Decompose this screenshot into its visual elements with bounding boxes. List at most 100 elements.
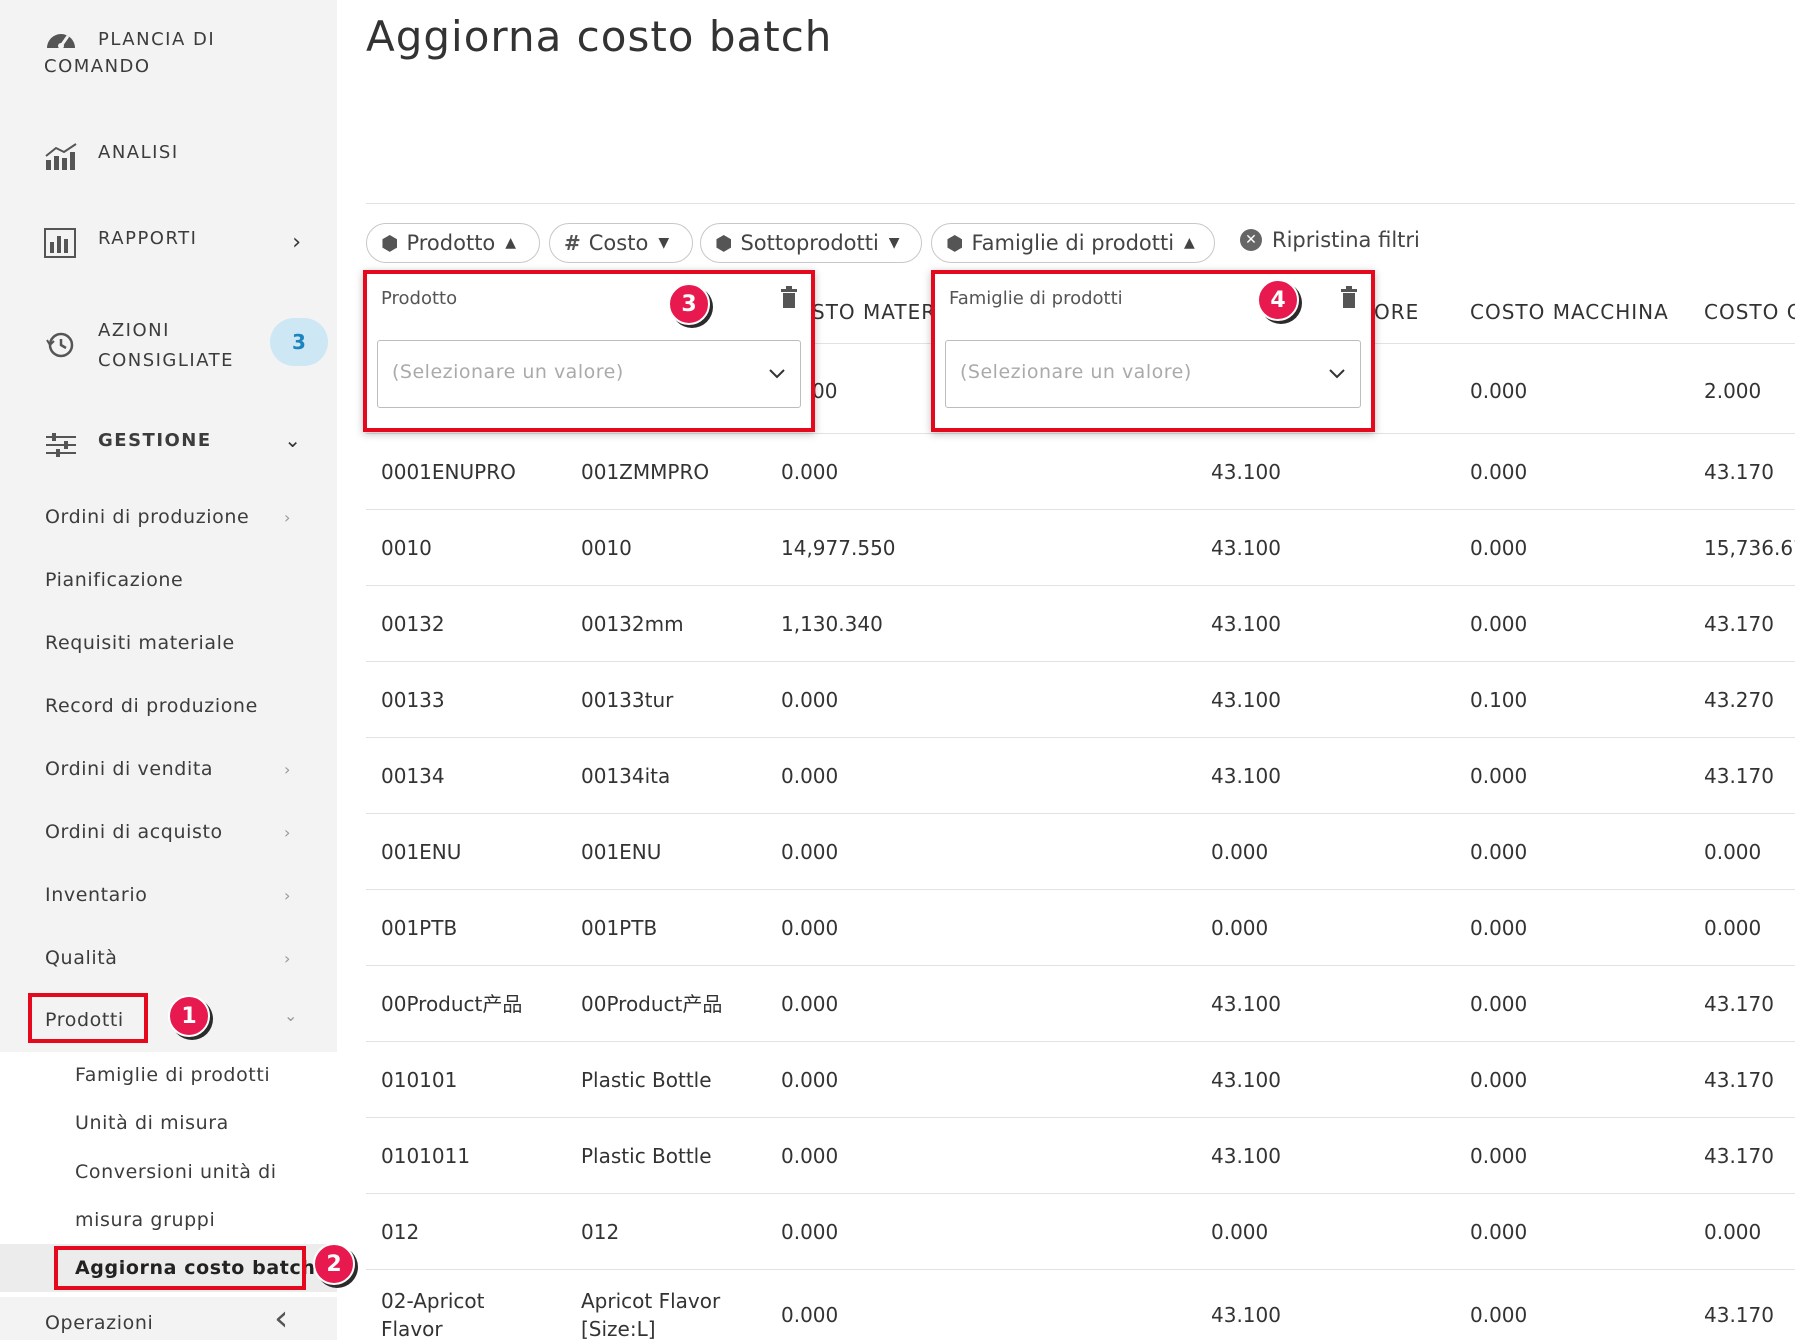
table-cell: 0.000 <box>1470 1303 1528 1327</box>
table-cell: 0.000 <box>781 840 839 864</box>
table-row[interactable]: 012 012 0.000 0.000 0.000 0.000 <box>366 1194 1795 1270</box>
filter-chip-product[interactable]: ⬢ Prodotto ▲ <box>366 223 540 263</box>
table-cell: 43.170 <box>1704 1144 1774 1168</box>
table-cell: 1,130.340 <box>781 612 883 636</box>
table-cell: 43.100 <box>1211 1303 1281 1327</box>
sidebar-item-sales-orders[interactable]: Ordini di vendita <box>45 758 213 780</box>
nav-recommended-actions[interactable]: AZIONI CONSIGLIATE <box>44 316 234 376</box>
table-cell: 001PTB <box>581 916 658 940</box>
reports-icon <box>44 228 76 258</box>
nav-analytics[interactable]: ANALISI <box>44 142 179 172</box>
table-row[interactable]: 00132 00132mm 1,130.340 43.100 0.000 43.170 <box>366 586 1795 662</box>
table-row[interactable]: 00134 00134ita 0.000 43.100 0.000 43.170 <box>366 738 1795 814</box>
table-cell: 0.000 <box>1470 1220 1528 1244</box>
chevron-right-icon: › <box>284 886 291 905</box>
nav-reports[interactable]: RAPPORTI <box>44 228 197 258</box>
cubes-icon: ⬢ <box>946 231 964 255</box>
table-cell: 0.000 <box>781 1068 839 1092</box>
table-cell: 43.270 <box>1704 688 1774 712</box>
highlight-box-batch-cost <box>54 1246 306 1290</box>
column-header-labor-cost: ORE <box>1374 300 1420 324</box>
sidebar-item-uom-conversions-2[interactable]: misura gruppi <box>75 1209 215 1231</box>
nav-dashboard[interactable]: PLANCIA DI <box>44 24 215 56</box>
filter-chip-cost[interactable]: # Costo ▼ <box>549 223 693 263</box>
sidebar-item-operations[interactable]: Operazioni <box>45 1312 153 1334</box>
table-row[interactable]: 0010 0010 14,977.550 43.100 0.000 15,736.670 <box>366 510 1795 586</box>
table-cell: 43.170 <box>1704 764 1774 788</box>
collapse-sidebar-icon[interactable]: ‹ <box>274 1298 288 1339</box>
sidebar-item-inventory[interactable]: Inventario <box>45 884 147 906</box>
filter-popup-label: Prodotto <box>381 288 458 309</box>
trash-icon[interactable] <box>781 286 797 308</box>
filter-chip-label: Prodotto <box>406 231 496 255</box>
sidebar-item-quality[interactable]: Qualità <box>45 947 118 969</box>
filter-popup-label: Famiglie di prodotti <box>949 288 1123 309</box>
product-family-select[interactable]: (Selezionare un valore) <box>945 340 1361 408</box>
column-header-total-cost: COSTO CO <box>1704 300 1795 324</box>
table-cell: 0.000 <box>1470 764 1528 788</box>
reset-filters-button[interactable]: ✕ Ripristina filtri <box>1240 228 1420 252</box>
sidebar-item-material-requirements[interactable]: Requisiti materiale <box>45 632 235 654</box>
close-circle-icon: ✕ <box>1240 229 1262 251</box>
sidebar-item-planning[interactable]: Pianificazione <box>45 569 183 591</box>
table-cell: 0101011 <box>381 1144 471 1168</box>
product-select[interactable]: (Selezionare un valore) <box>377 340 801 408</box>
table-cell: 02-Apricot <box>381 1289 485 1313</box>
chevron-down-icon: ⌄ <box>284 1006 298 1025</box>
table-row[interactable]: 001ENU 001ENU 0.000 0.000 0.000 0.000 <box>366 814 1795 890</box>
table-cell: 2.000 <box>1704 379 1762 403</box>
sidebar-item-product-families[interactable]: Famiglie di prodotti <box>75 1064 270 1086</box>
table-cell: 0.000 <box>1211 840 1269 864</box>
chevron-right-icon: › <box>284 949 291 968</box>
sidebar-item-units-of-measure[interactable]: Unità di misura <box>75 1112 229 1134</box>
table-row[interactable]: 02-Apricot Flavor Apricot Flavor [Size:L… <box>366 1282 1795 1340</box>
chevron-up-icon: ▲ <box>505 235 517 251</box>
chevron-right-icon: › <box>284 823 291 842</box>
sidebar-item-uom-conversions-1[interactable]: Conversioni unità di <box>75 1161 277 1183</box>
table-row[interactable]: 00Product产品 00Product产品 0.000 43.100 0.000 43… <box>366 966 1795 1042</box>
filter-chip-byproducts[interactable]: ⬢ Sottoprodotti ▼ <box>700 223 922 263</box>
table-row[interactable]: 010101 Plastic Bottle 0.000 43.100 0.000 43.1… <box>366 1042 1795 1118</box>
sidebar-item-purchase-orders[interactable]: Ordini di acquisto <box>45 821 223 843</box>
filter-popup-product: Prodotto (Selezionare un valore) <box>363 270 815 432</box>
table-cell: 0.000 <box>781 688 839 712</box>
trash-icon[interactable] <box>1341 286 1357 308</box>
table-cell: 0.000 <box>1470 916 1528 940</box>
table-cell: 0.000 <box>1470 460 1528 484</box>
divider <box>366 203 1795 204</box>
table-cell: 0.000 <box>781 460 839 484</box>
table-cell: 43.100 <box>1211 1144 1281 1168</box>
table-cell: 0.000 <box>781 1220 839 1244</box>
history-icon <box>46 332 74 358</box>
table-cell: 00132mm <box>581 612 684 636</box>
table-cell: [Size:L] <box>581 1317 656 1340</box>
nav-management-label: GESTIONE <box>98 430 212 451</box>
cube-icon: ⬢ <box>381 231 399 255</box>
table-row[interactable]: 0101011 Plastic Bottle 0.000 43.100 0.000 43.… <box>366 1118 1795 1194</box>
table-cell: 43.100 <box>1211 764 1281 788</box>
table-row[interactable]: 0001ENUPRO 001ZMMPRO 0.000 43.100 0.000 43.17… <box>366 434 1795 510</box>
table-row[interactable]: 00133 00133tur 0.000 43.100 0.100 43.270 <box>366 662 1795 738</box>
chevron-down-icon <box>769 369 785 379</box>
hash-icon: # <box>564 231 581 255</box>
nav-dashboard-label-2: COMANDO <box>44 56 151 77</box>
table-cell: 0.000 <box>1704 1220 1762 1244</box>
table-cell: 012 <box>381 1220 420 1244</box>
sidebar-item-production-records[interactable]: Record di produzione <box>45 695 258 717</box>
sidebar-item-production-orders[interactable]: Ordini di produzione <box>45 506 249 528</box>
nav-dashboard-label-1: PLANCIA DI <box>98 29 216 50</box>
filter-chip-product-families[interactable]: ⬢ Famiglie di prodotti ▲ <box>931 223 1215 263</box>
table-row[interactable]: 001PTB 001PTB 0.000 0.000 0.000 0.000 <box>366 890 1795 966</box>
table-cell: 0.000 <box>1470 379 1528 403</box>
nav-management[interactable]: GESTIONE <box>44 430 212 460</box>
chevron-right-icon: › <box>284 508 291 527</box>
nav-reports-label: RAPPORTI <box>98 228 198 249</box>
select-placeholder: (Selezionare un valore) <box>960 361 1192 383</box>
table-cell: Plastic Bottle <box>581 1144 712 1168</box>
table-cell: 0.000 <box>781 1144 839 1168</box>
table-cell: 0.000 <box>1470 536 1528 560</box>
table-cell: 010101 <box>381 1068 458 1092</box>
reset-filters-label: Ripristina filtri <box>1272 228 1420 252</box>
table-cell: 001ENU <box>381 840 462 864</box>
table-cell: 012 <box>581 1220 620 1244</box>
